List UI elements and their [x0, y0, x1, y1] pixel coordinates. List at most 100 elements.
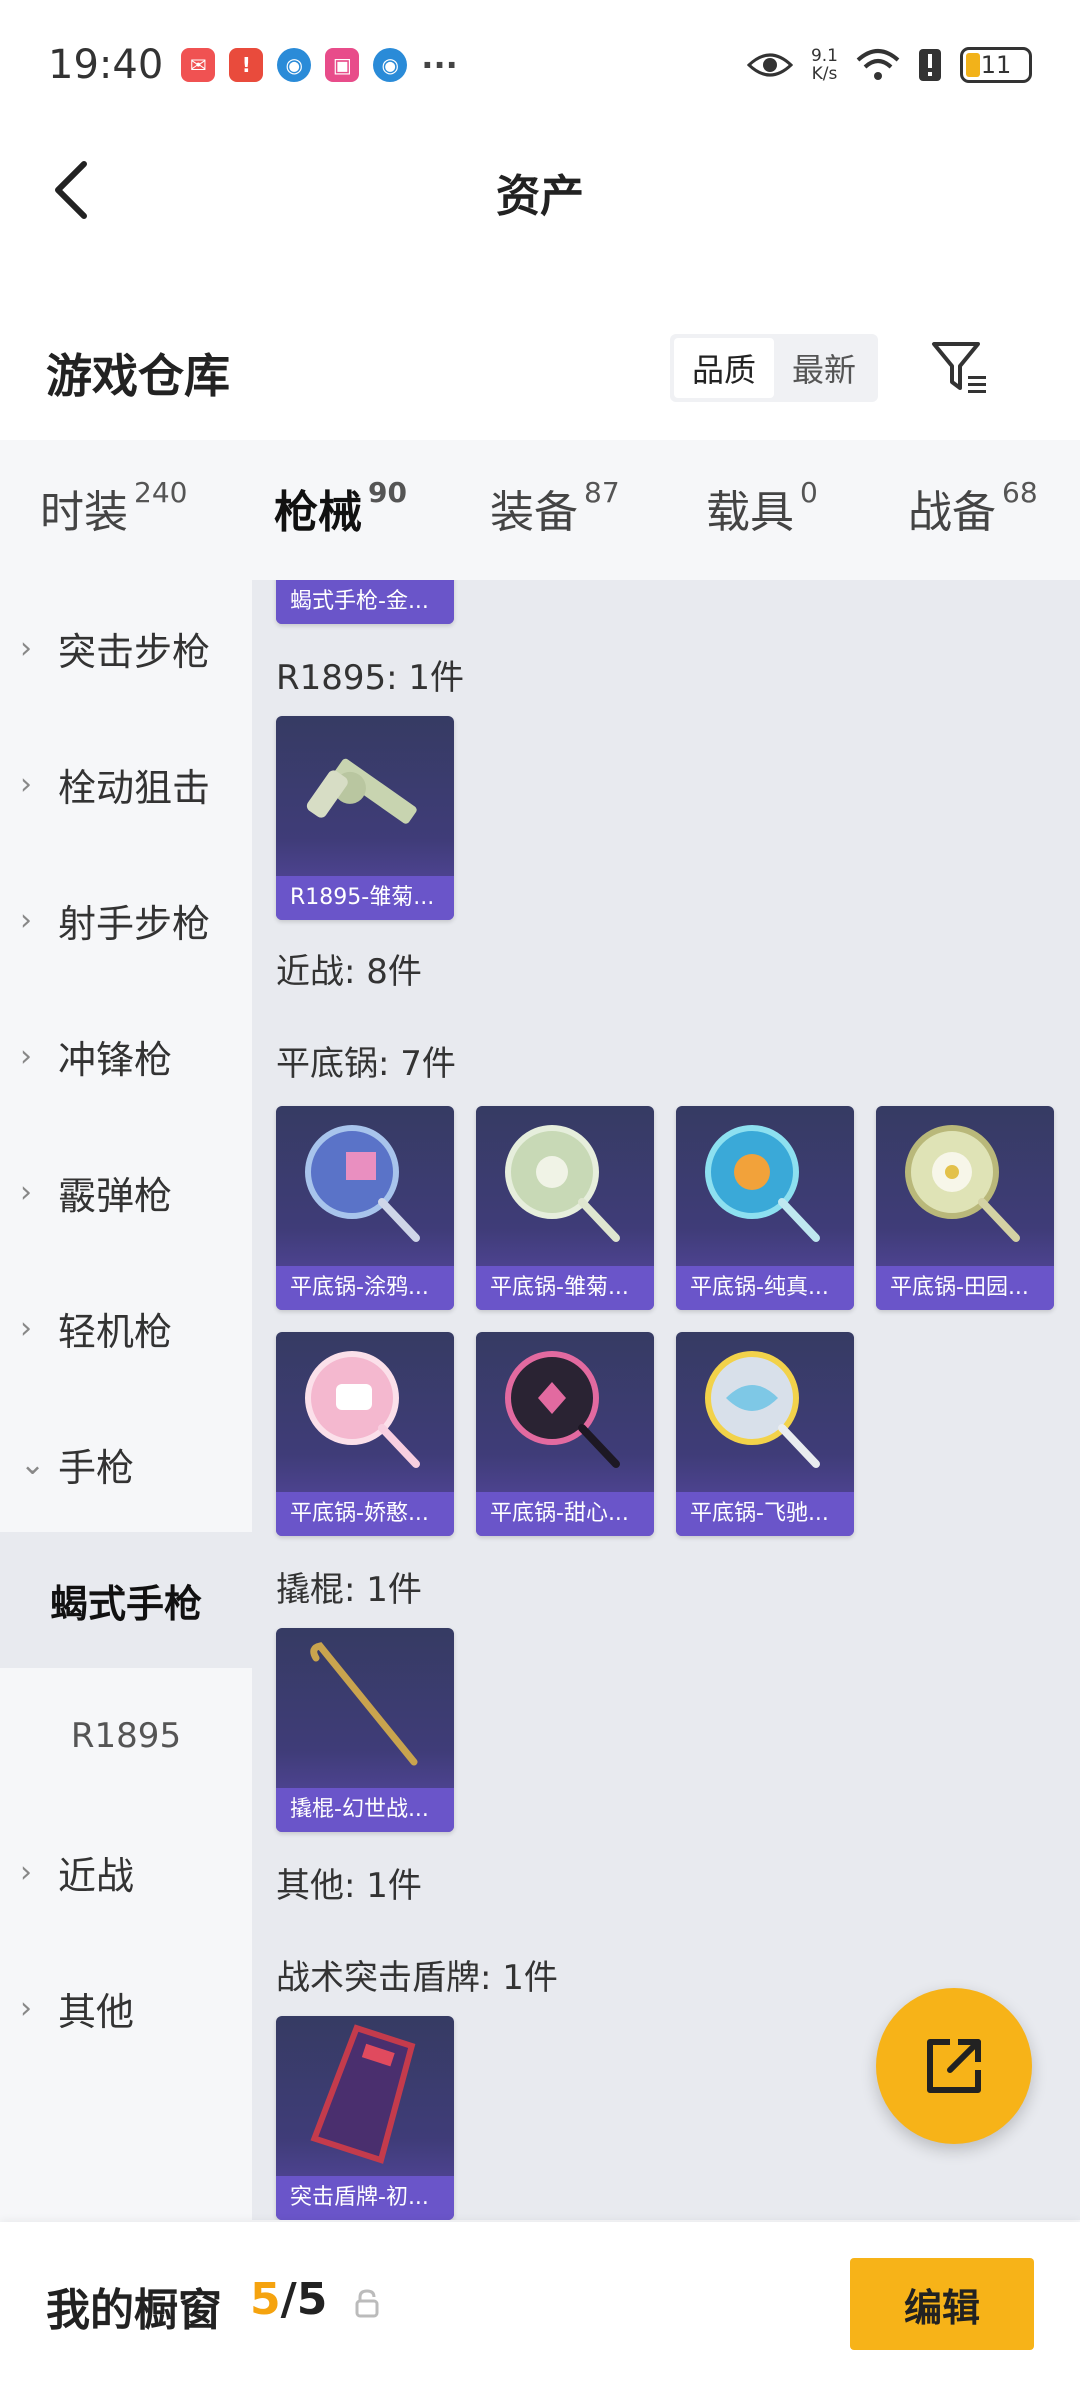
eye-icon [746, 53, 793, 77]
sidebar-item-label: 其他 [58, 1989, 135, 2034]
item-card-name: 平底锅-纯真... [676, 1266, 854, 1310]
filter-icon [932, 342, 986, 393]
chevron-right-icon: › [20, 766, 32, 802]
share-fab-button[interactable] [876, 1988, 1032, 2144]
pan-icon [305, 1351, 420, 1468]
item-card-name: 突击盾牌-初... [276, 2176, 454, 2220]
pan-icon [705, 1125, 820, 1242]
tab-fashion[interactable]: 时装 240 [40, 476, 187, 540]
sidebar-item-skorpion[interactable]: 蝎式手枪 [0, 1532, 252, 1668]
revolver-icon [306, 758, 417, 824]
tab-label: 战备 [908, 487, 996, 538]
sort-newest-button[interactable]: 最新 [774, 338, 874, 398]
crowbar-icon [310, 1642, 418, 1766]
warehouse-title: 游戏仓库 [46, 349, 230, 403]
network-speed: 9.1 K/s [811, 47, 838, 83]
item-card-name: 蝎式手枪-金... [276, 580, 454, 624]
chevron-right-icon: › [20, 1854, 32, 1890]
item-card-name: 平底锅-田园... [876, 1266, 1054, 1310]
battery-indicator: 11 [960, 47, 1032, 83]
shield-icon [310, 2024, 416, 2164]
sidebar-item-lmg[interactable]: › 轻机枪 [0, 1260, 252, 1396]
tab-supplies[interactable]: 战备 68 [908, 476, 1038, 540]
showcase-count: 5/5 [250, 2274, 327, 2325]
tab-firearms[interactable]: 枪械 90 [274, 476, 407, 594]
section-label-other: 其他: 1件 [276, 1866, 422, 1906]
pan-icon [705, 1351, 820, 1468]
tab-vehicles[interactable]: 载具 0 [706, 476, 818, 540]
sim-alert-icon [919, 49, 941, 81]
more-notifications-icon: ··· [421, 46, 458, 84]
sidebar-item-smg[interactable]: › 冲锋枪 [0, 988, 252, 1124]
item-card-pan-daisy[interactable]: 平底锅-雏菊... [476, 1106, 654, 1310]
sidebar-item-label: 射手步枪 [58, 901, 211, 946]
video-app-icon: ▣ [325, 48, 360, 82]
sidebar-item-r1895[interactable]: R1895 [0, 1668, 252, 1804]
chevron-down-icon: ⌄ [20, 1446, 46, 1482]
sidebar-item-label: 近战 [58, 1853, 135, 1898]
item-card-pan-pure[interactable]: 平底锅-纯真... [676, 1106, 854, 1310]
item-card-name: 平底锅-飞驰... [676, 1492, 854, 1536]
item-card-name: 平底锅-娇憨... [276, 1492, 454, 1536]
item-card-name: R1895-雏菊... [276, 876, 454, 920]
showcase-total: /5 [280, 2274, 328, 2325]
tab-count: 90 [368, 476, 407, 509]
item-card-r1895[interactable]: R1895-雏菊... [276, 716, 454, 920]
chevron-right-icon: › [20, 1038, 32, 1074]
item-card-pan-graffiti[interactable]: 平底锅-涂鸦... [276, 1106, 454, 1310]
section-label-r1895: R1895: 1件 [276, 658, 465, 698]
sidebar-item-shotgun[interactable]: › 霰弹枪 [0, 1124, 252, 1260]
edit-button[interactable]: 编辑 [850, 2258, 1034, 2350]
lock-icon [355, 2289, 379, 2318]
item-card-pan-cute[interactable]: 平底锅-娇憨... [276, 1332, 454, 1536]
chevron-right-icon: › [20, 902, 32, 938]
wifi-icon [856, 49, 900, 80]
item-card-skorpion[interactable]: 蝎式手枪-金... [276, 580, 454, 624]
item-card-pan-speed[interactable]: 平底锅-飞驰... [676, 1332, 854, 1536]
tab-equipment[interactable]: 装备 87 [490, 476, 620, 540]
external-link-icon [927, 2039, 981, 2093]
sort-quality-button[interactable]: 品质 [674, 338, 775, 398]
item-card-shield[interactable]: 突击盾牌-初... [276, 2016, 454, 2220]
status-bar: 19:40 ✉ ! ◉ ▣ ◉ ··· 9.1 K/s 11 [0, 0, 1080, 130]
tab-count: 0 [800, 476, 818, 509]
sidebar-item-other[interactable]: › 其他 [0, 1940, 252, 2076]
sidebar-item-assault-rifle[interactable]: › 突击步枪 [0, 580, 252, 716]
alert-app-icon: ! [229, 48, 264, 82]
pan-icon [905, 1125, 1020, 1242]
category-tabs: 时装 240 枪械 90 装备 87 载具 0 战备 68 [0, 440, 1080, 594]
warehouse-bar: 游戏仓库 品质 最新 [0, 250, 1080, 440]
item-card-name: 撬棍-幻世战... [276, 1788, 454, 1832]
sidebar-item-marksman-rifle[interactable]: › 射手步枪 [0, 852, 252, 988]
item-card-crowbar[interactable]: 撬棍-幻世战... [276, 1628, 454, 1832]
pan-icon [305, 1125, 420, 1242]
item-grid-content: 蝎式手枪-金... R1895: 1件 R1895-雏菊... 近战: 8件 平… [252, 580, 1080, 2220]
item-card-name: 平底锅-甜心... [476, 1492, 654, 1536]
section-label-crowbar: 撬棍: 1件 [276, 1570, 422, 1610]
filter-button[interactable] [930, 338, 990, 398]
sidebar-item-melee[interactable]: › 近战 [0, 1804, 252, 1940]
chevron-right-icon: › [20, 1174, 32, 1210]
tab-label: 时装 [40, 487, 128, 538]
tab-count: 240 [134, 476, 188, 509]
chevron-right-icon: › [20, 630, 32, 666]
showcase-current: 5 [250, 2274, 281, 2325]
sidebar-item-bolt-sniper[interactable]: › 栓动狙击 [0, 716, 252, 852]
weapon-category-sidebar: › 突击步枪 › 栓动狙击 › 射手步枪 › 冲锋枪 › 霰弹枪 › 轻机枪 ⌄ 手枪 蝎式手… [0, 580, 252, 2220]
item-card-name: 平底锅-涂鸦... [276, 1266, 454, 1310]
page-title: 资产 [496, 171, 584, 222]
item-card-pan-sweetheart[interactable]: 平底锅-甜心... [476, 1332, 654, 1536]
item-card-pan-rural[interactable]: 平底锅-田园... [876, 1106, 1054, 1310]
pan-icon [505, 1351, 620, 1468]
sidebar-item-label: 轻机枪 [58, 1309, 173, 1354]
app-header: 资产 [0, 130, 1080, 250]
sidebar-item-pistol[interactable]: ⌄ 手枪 [0, 1396, 252, 1532]
sidebar-item-label: 蝎式手枪 [49, 1581, 202, 1626]
pan-icon [505, 1125, 620, 1242]
sidebar-item-label: 栓动狙击 [58, 765, 211, 810]
chevron-right-icon: › [20, 1990, 32, 2026]
browser-app-icon: ◉ [277, 48, 312, 82]
battery-level: 11 [980, 51, 1012, 79]
tab-count: 87 [584, 476, 620, 509]
tab-label: 装备 [490, 487, 578, 538]
